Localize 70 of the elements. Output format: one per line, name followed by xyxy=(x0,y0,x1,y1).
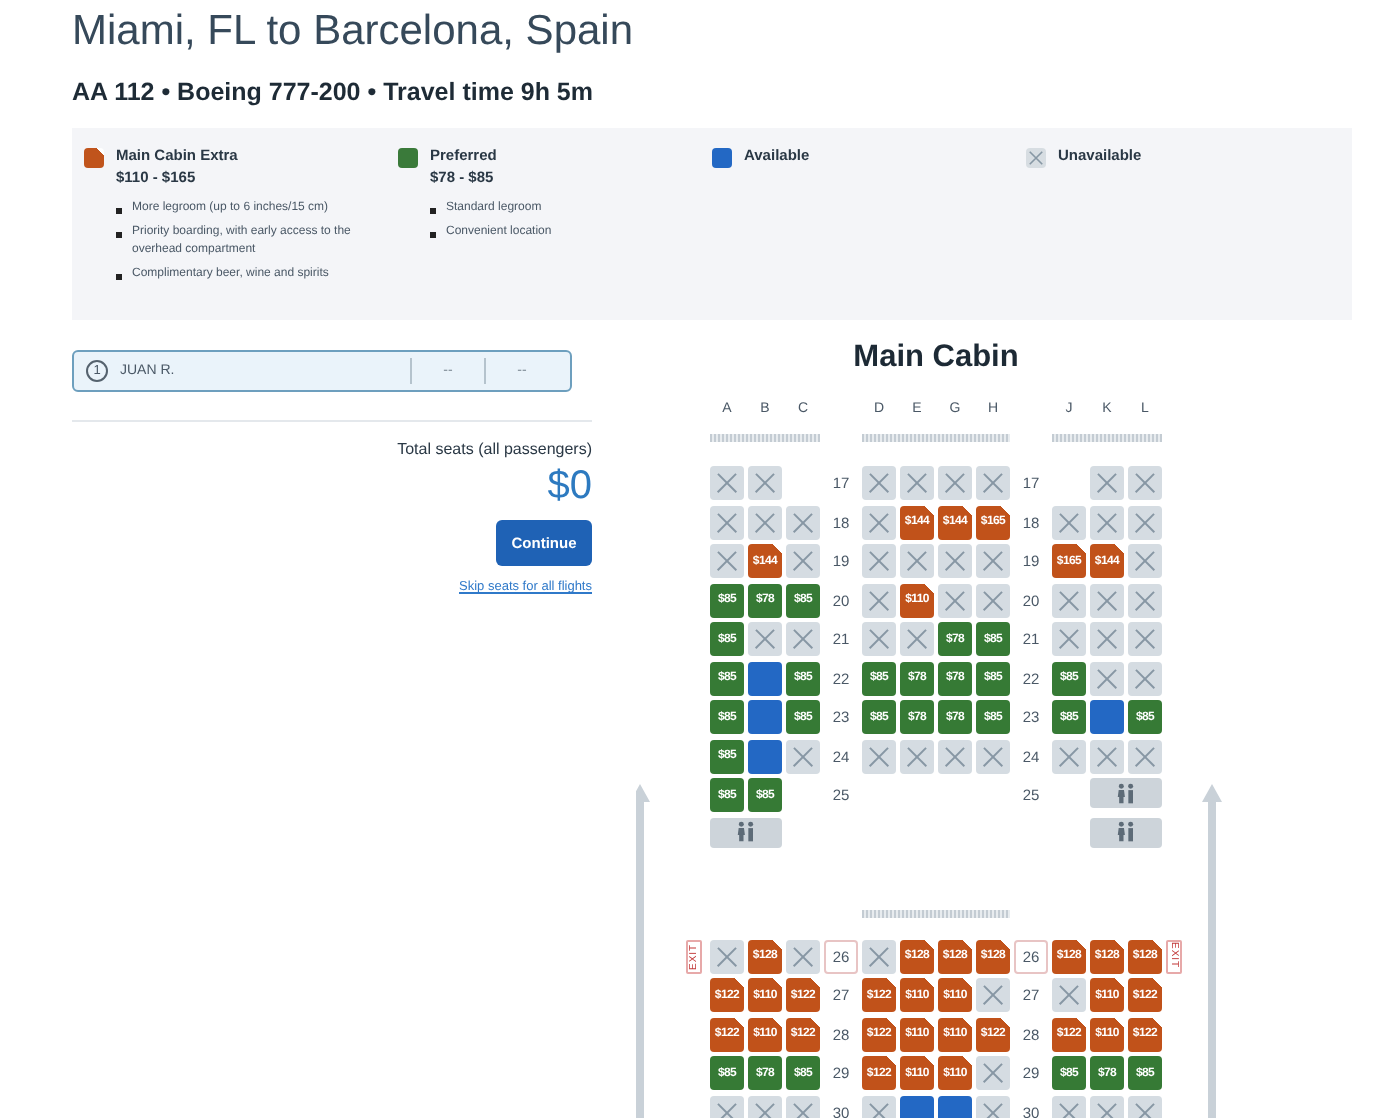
restroom-icon xyxy=(1090,817,1162,847)
bullet-icon xyxy=(116,208,122,214)
unavailable-seat xyxy=(1090,466,1124,500)
unavailable-seat xyxy=(1090,622,1124,656)
bullet-icon xyxy=(116,274,122,280)
unavailable-seat xyxy=(1128,622,1162,656)
unavailable-seat xyxy=(748,505,782,539)
unavailable-seat xyxy=(862,939,896,973)
unavailable-seat xyxy=(976,544,1010,578)
unavailable-seat xyxy=(710,505,744,539)
unavailable-seat xyxy=(938,583,972,617)
unavailable-seat xyxy=(900,544,934,578)
unavailable-seat xyxy=(1128,739,1162,773)
unavailable-seat xyxy=(862,505,896,539)
unavailable-seat xyxy=(938,466,972,500)
unavailable-seat xyxy=(900,739,934,773)
unavailable-seat xyxy=(786,622,820,656)
unavailable-seat xyxy=(1052,505,1086,539)
restroom-icon xyxy=(1090,778,1162,808)
unavailable-seat xyxy=(786,739,820,773)
unavailable-seat xyxy=(1128,583,1162,617)
unavailable-seat xyxy=(1052,622,1086,656)
unavailable-seat xyxy=(1090,583,1124,617)
page-title: Miami, FL to Barcelona, Spain xyxy=(72,6,636,56)
unavailable-seat xyxy=(976,978,1010,1012)
total-amount: $0 xyxy=(547,464,592,508)
unavailable-seat xyxy=(1052,978,1086,1012)
unavailable-seat xyxy=(710,466,744,500)
unavailable-seat xyxy=(976,739,1010,773)
seat-swatch-icon xyxy=(398,148,418,168)
unavailable-seat xyxy=(1128,466,1162,500)
unavailable-seat xyxy=(1052,739,1086,773)
unavailable-seat xyxy=(786,544,820,578)
seat-swatch-icon xyxy=(1026,148,1046,168)
unavailable-seat xyxy=(1128,661,1162,695)
unavailable-seat xyxy=(900,622,934,656)
flight-info: AA 112 • Boeing 777-200 • Travel time 9h 5m xyxy=(72,76,595,108)
unavailable-seat xyxy=(1052,583,1086,617)
unavailable-seat xyxy=(786,505,820,539)
seat-swatch-icon xyxy=(84,148,104,168)
unavailable-seat xyxy=(938,544,972,578)
bullet-icon xyxy=(430,208,436,214)
bullet-icon xyxy=(116,232,122,238)
seat-swatch-icon xyxy=(712,148,732,168)
unavailable-seat xyxy=(862,583,896,617)
unavailable-seat xyxy=(1090,739,1124,773)
unavailable-seat xyxy=(938,739,972,773)
unavailable-seat xyxy=(748,466,782,500)
restroom-icon xyxy=(710,817,782,847)
available-seat[interactable] xyxy=(748,739,782,773)
unavailable-seat xyxy=(748,622,782,656)
unavailable-seat xyxy=(1090,505,1124,539)
unavailable-seat xyxy=(1128,505,1162,539)
unavailable-seat xyxy=(976,583,1010,617)
unavailable-seat xyxy=(976,1056,1010,1090)
total-label: Total seats (all passengers) xyxy=(397,440,592,458)
available-seat[interactable] xyxy=(748,661,782,695)
unavailable-seat xyxy=(862,466,896,500)
unavailable-seat xyxy=(710,939,744,973)
bullet-icon xyxy=(430,232,436,238)
cabin-title: Main Cabin xyxy=(853,340,1019,376)
unavailable-seat xyxy=(786,939,820,973)
unavailable-seat xyxy=(862,544,896,578)
unavailable-seat xyxy=(900,466,934,500)
unavailable-seat xyxy=(710,544,744,578)
unavailable-seat xyxy=(1090,661,1124,695)
unavailable-seat xyxy=(976,466,1010,500)
unavailable-seat xyxy=(1128,544,1162,578)
unavailable-seat xyxy=(862,622,896,656)
unavailable-seat xyxy=(862,739,896,773)
